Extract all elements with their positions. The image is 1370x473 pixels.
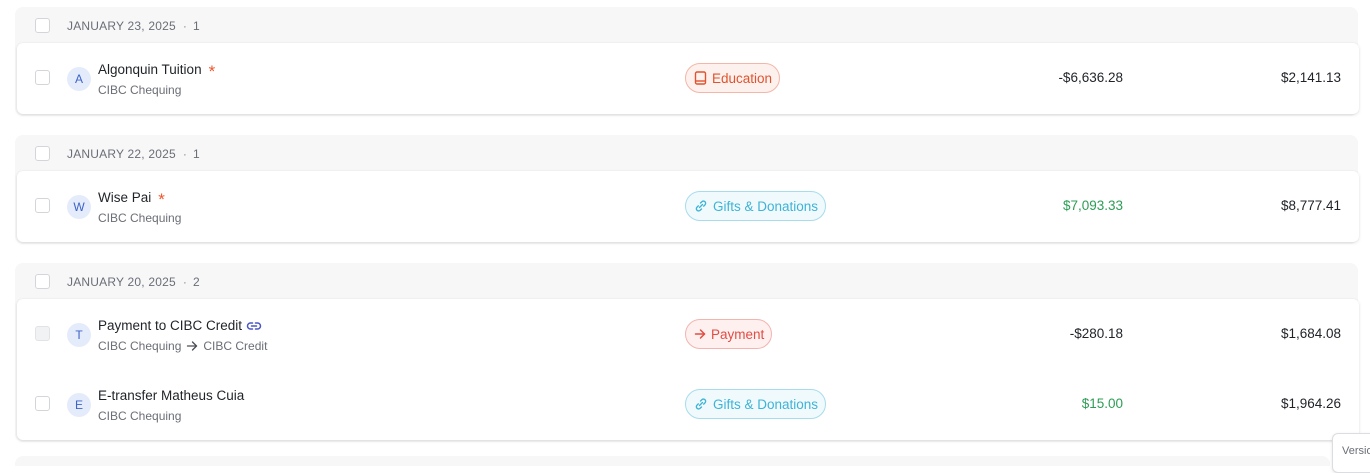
category-label: Gifts & Donations [713, 198, 819, 214]
version-badge[interactable]: Versio [1332, 433, 1370, 473]
merchant-avatar: W [67, 195, 91, 219]
account-label: CIBC Chequing [98, 409, 182, 423]
transaction-name[interactable]: Algonquin Tuition * [98, 61, 216, 81]
separator-dot: · [182, 19, 188, 33]
group-date: JANUARY 23, 2025 [67, 19, 176, 33]
account-label: CIBC Chequing [98, 339, 182, 353]
row-select-checkbox[interactable] [35, 198, 50, 213]
book-icon [694, 71, 707, 85]
running-balance: $1,684.08 [1280, 326, 1341, 341]
account-transfer: CIBC Chequing CIBC Credit [98, 339, 267, 353]
group-count: 2 [193, 275, 200, 289]
group-date-label: JANUARY 23, 2025 · 1 [67, 19, 200, 33]
merchant-avatar: A [67, 67, 91, 91]
arrow-right-icon [694, 328, 706, 340]
transaction-card: T Payment to CIBC Credit CIBC Chequing C… [17, 299, 1359, 440]
category-pill[interactable]: Gifts & Donations [685, 389, 827, 419]
date-group-header: JANUARY 23, 2025 · 1 [15, 7, 1358, 43]
group-count: 1 [193, 147, 200, 161]
gift-link-icon [694, 199, 708, 213]
version-label: Versio [1342, 445, 1370, 457]
transaction-name[interactable]: Wise Pai * [98, 189, 165, 209]
needs-review-star-icon: * [208, 61, 216, 81]
account-name: CIBC Chequing [98, 83, 181, 97]
transaction-name-text: Payment to CIBC Credit [98, 318, 243, 333]
category-pill[interactable]: Payment [685, 319, 773, 349]
transfer-link-icon[interactable] [246, 320, 262, 332]
group-count: 1 [193, 19, 200, 33]
transaction-row[interactable]: W Wise Pai * CIBC Chequing Gifts & Donat… [17, 171, 1359, 241]
transaction-row[interactable]: A Algonquin Tuition * CIBC Chequing Educ… [17, 43, 1359, 113]
group-date: JANUARY 20, 2025 [67, 275, 176, 289]
transaction-amount[interactable]: $7,093.33 [1063, 198, 1123, 213]
date-group-header: JANUARY 22, 2025 · 1 [15, 135, 1358, 171]
arrow-right-icon [186, 340, 198, 352]
gift-link-icon [694, 397, 708, 411]
group-select-checkbox[interactable] [35, 18, 50, 33]
transaction-name[interactable]: E-transfer Matheus Cuia [98, 388, 244, 403]
date-group: JANUARY 23, 2025 · 1 A Algonquin Tuition *… [15, 7, 1359, 116]
category-label: Gifts & Donations [713, 396, 819, 412]
date-group: JANUARY 22, 2025 · 1 W Wise Pai * CIBC Che… [15, 135, 1359, 244]
transaction-amount[interactable]: -$6,636.28 [1058, 70, 1123, 85]
group-select-checkbox[interactable] [35, 274, 50, 289]
account-label: CIBC Chequing [98, 83, 182, 97]
separator-dot: · [182, 275, 188, 289]
category-pill[interactable]: Education [685, 63, 781, 93]
date-group: JANUARY 20, 2025 · 2 T Payment to CIBC Cre… [15, 263, 1359, 442]
transaction-name-text: E-transfer Matheus Cuia [98, 388, 245, 403]
account-name: CIBC Chequing [98, 211, 181, 225]
transaction-row[interactable]: E E-transfer Matheus Cuia CIBC Chequing … [17, 369, 1359, 439]
date-group-header: JANUARY 20, 2025 · 2 [15, 263, 1358, 299]
group-date: JANUARY 22, 2025 [67, 147, 176, 161]
merchant-avatar: T [67, 323, 91, 347]
running-balance: $2,141.13 [1280, 70, 1341, 85]
needs-review-star-icon: * [158, 189, 165, 209]
separator-dot: · [182, 147, 188, 161]
group-select-checkbox[interactable] [35, 146, 50, 161]
merchant-avatar: E [67, 393, 91, 417]
account-label: CIBC Chequing [98, 211, 182, 225]
transaction-name-text: Algonquin Tuition [98, 62, 202, 77]
transaction-row[interactable]: T Payment to CIBC Credit CIBC Chequing C… [17, 299, 1359, 369]
category-pill[interactable]: Gifts & Donations [685, 191, 827, 221]
row-select-checkbox[interactable] [35, 396, 50, 411]
transaction-amount[interactable]: -$280.18 [1070, 326, 1123, 341]
running-balance: $1,964.26 [1280, 396, 1341, 411]
transaction-name-text: Wise Pai [98, 190, 152, 205]
transaction-name[interactable]: Payment to CIBC Credit [98, 318, 262, 333]
next-date-group [15, 456, 1330, 466]
category-label: Payment [711, 326, 765, 342]
group-date-label: JANUARY 20, 2025 · 2 [67, 275, 200, 289]
transaction-amount[interactable]: $15.00 [1082, 396, 1123, 411]
row-select-checkbox[interactable] [35, 70, 50, 85]
category-label: Education [712, 70, 773, 86]
transaction-card: W Wise Pai * CIBC Chequing Gifts & Donat… [17, 171, 1359, 242]
group-date-label: JANUARY 22, 2025 · 1 [67, 147, 200, 161]
account-name: CIBC Chequing [98, 409, 181, 423]
transaction-card: A Algonquin Tuition * CIBC Chequing Educ… [17, 43, 1359, 114]
running-balance: $8,777.41 [1280, 198, 1341, 213]
transfer-destination-label: CIBC Credit [203, 339, 268, 353]
row-select-checkbox[interactable] [35, 326, 50, 341]
